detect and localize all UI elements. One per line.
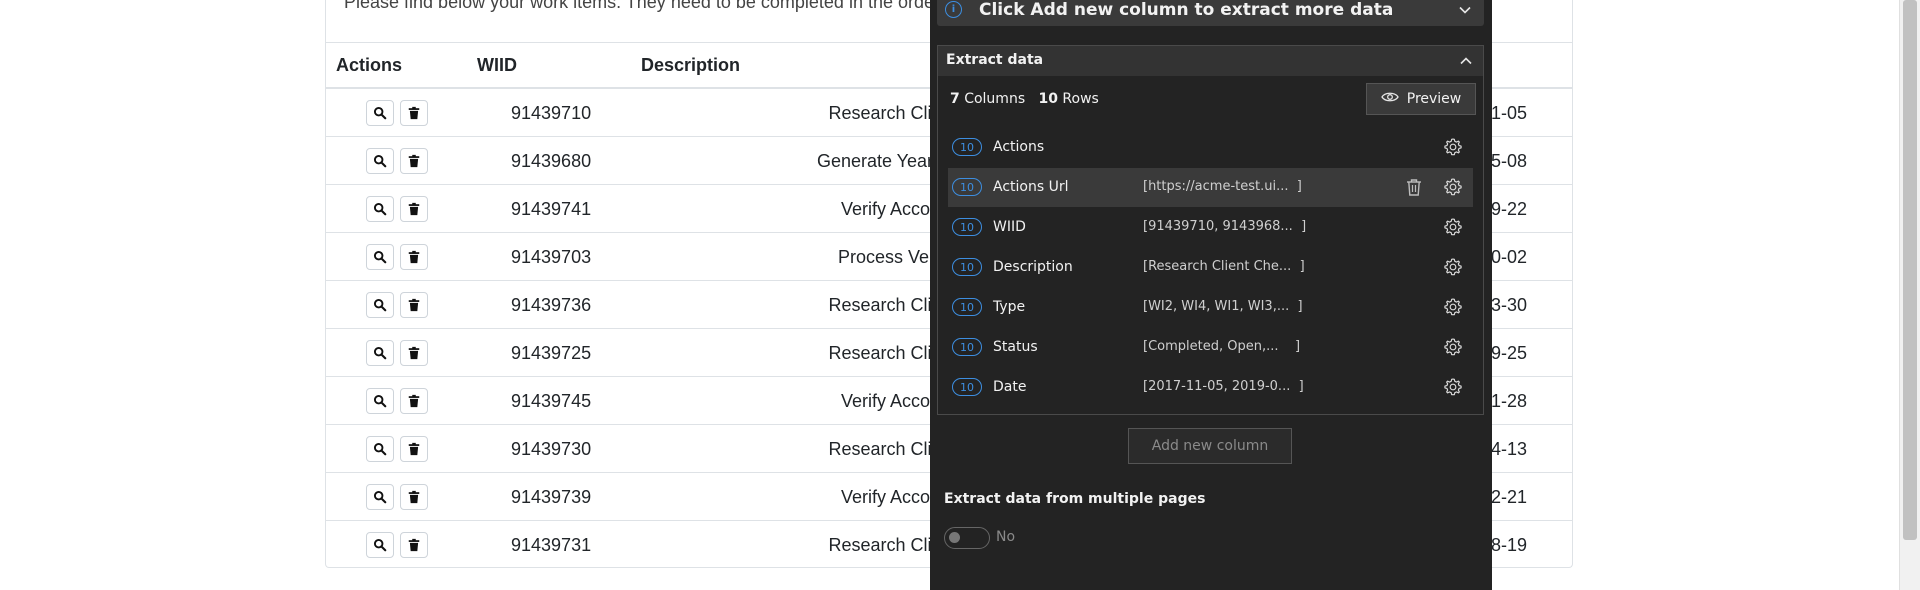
delete-column-icon[interactable]: [1404, 177, 1424, 197]
preview-label: Preview: [1406, 91, 1462, 107]
add-new-column-button[interactable]: Add new column: [1128, 428, 1292, 464]
gear-icon[interactable]: [1443, 377, 1463, 397]
cell-date: 8-19: [1491, 535, 1528, 555]
column-preview: [91439710, 9143968... ]: [1143, 219, 1307, 234]
chevron-up-icon[interactable]: [1459, 53, 1473, 72]
extract-column-row[interactable]: 10 Actions Url [https://acme-test.ui... ]: [948, 168, 1473, 207]
extract-column-row[interactable]: 10 Actions: [948, 128, 1473, 167]
cell-date: 0-02: [1491, 247, 1528, 267]
cell-date: 9-25: [1491, 343, 1528, 363]
gear-icon[interactable]: [1443, 177, 1463, 197]
column-count-badge: 10: [952, 258, 982, 276]
column-name: Actions: [993, 139, 1045, 155]
info-banner[interactable]: i Click Add new column to extract more d…: [937, 0, 1484, 26]
cell-date: 9-22: [1491, 199, 1528, 219]
rows-count: 10: [1038, 91, 1058, 107]
extract-column-row[interactable]: 10 Status [Completed, Open,... ]: [948, 328, 1473, 367]
search-icon[interactable]: [366, 436, 394, 462]
toggle-knob: [949, 532, 960, 543]
search-icon[interactable]: [366, 196, 394, 222]
column-name: Description: [993, 259, 1073, 275]
trash-icon[interactable]: [400, 388, 428, 414]
trash-icon[interactable]: [400, 244, 428, 270]
trash-icon[interactable]: [400, 148, 428, 174]
column-count-badge: 10: [952, 178, 982, 196]
column-preview: [WI2, WI4, WI1, WI3,... ]: [1143, 299, 1303, 314]
column-name: WIID: [993, 219, 1026, 235]
gear-icon[interactable]: [1443, 217, 1463, 237]
search-icon[interactable]: [366, 484, 394, 510]
columns-count: 7: [950, 91, 960, 107]
gear-icon[interactable]: [1443, 137, 1463, 157]
column-preview: [https://acme-test.ui... ]: [1143, 179, 1302, 194]
cell-date: 1-05: [1491, 103, 1528, 123]
search-icon[interactable]: [366, 340, 394, 366]
search-icon[interactable]: [366, 244, 394, 270]
search-icon[interactable]: [366, 292, 394, 318]
column-count-badge: 10: [952, 138, 982, 156]
extract-data-header[interactable]: Extract data: [938, 46, 1483, 76]
search-icon[interactable]: [366, 100, 394, 126]
extraction-counts: 7 Columns 10 Rows: [950, 91, 1099, 107]
column-count-badge: 10: [952, 218, 982, 236]
section-title: Extract data: [946, 52, 1044, 68]
extraction-panel: i Click Add new column to extract more d…: [930, 0, 1492, 590]
header-description: Description: [641, 55, 741, 75]
multi-page-label: Extract data from multiple pages: [944, 491, 1206, 507]
scrollbar-thumb[interactable]: [1903, 0, 1917, 540]
trash-icon[interactable]: [400, 292, 428, 318]
columns-label: Columns: [964, 91, 1026, 107]
column-count-badge: 10: [952, 378, 982, 396]
cell-date: 4-13: [1491, 439, 1528, 459]
trash-icon[interactable]: [400, 436, 428, 462]
column-name: Date: [993, 379, 1027, 395]
extract-data-section: Extract data 7 Columns 10 Rows Preview 1…: [937, 45, 1484, 415]
column-preview: [Completed, Open,... ]: [1143, 339, 1301, 354]
gear-icon[interactable]: [1443, 297, 1463, 317]
cell-date: 1-28: [1491, 391, 1528, 411]
eye-icon: [1380, 91, 1399, 107]
search-icon[interactable]: [366, 148, 394, 174]
trash-icon[interactable]: [400, 196, 428, 222]
multi-page-toggle[interactable]: [944, 527, 990, 549]
column-name: Actions Url: [993, 179, 1069, 195]
preview-button[interactable]: Preview: [1366, 83, 1476, 115]
column-preview: [2017-11-05, 2019-0... ]: [1143, 379, 1304, 394]
trash-icon[interactable]: [400, 100, 428, 126]
chevron-down-icon[interactable]: [1458, 2, 1472, 21]
trash-icon[interactable]: [400, 532, 428, 558]
trash-icon[interactable]: [400, 340, 428, 366]
column-preview: [Research Client Che... ]: [1143, 259, 1305, 274]
page-scrollbar[interactable]: [1899, 0, 1920, 590]
search-icon[interactable]: [366, 532, 394, 558]
extract-column-row[interactable]: 10 Description [Research Client Che... ]: [948, 248, 1473, 287]
info-banner-text: Click Add new column to extract more dat…: [979, 0, 1394, 20]
column-count-badge: 10: [952, 298, 982, 316]
search-icon[interactable]: [366, 388, 394, 414]
cell-date: 3-30: [1491, 295, 1528, 315]
gear-icon[interactable]: [1443, 337, 1463, 357]
toggle-state-label: No: [996, 529, 1016, 545]
column-name: Type: [993, 299, 1026, 315]
extract-column-row[interactable]: 10 WIID [91439710, 9143968... ]: [948, 208, 1473, 247]
gear-icon[interactable]: [1443, 257, 1463, 277]
header-wiid: WIID: [477, 55, 517, 75]
column-count-badge: 10: [952, 338, 982, 356]
rows-label: Rows: [1062, 91, 1099, 107]
header-actions: Actions: [336, 55, 403, 75]
extract-column-row[interactable]: 10 Date [2017-11-05, 2019-0... ]: [948, 368, 1473, 407]
extract-column-row[interactable]: 10 Type [WI2, WI4, WI1, WI3,... ]: [948, 288, 1473, 327]
info-icon: i: [945, 1, 962, 18]
column-name: Status: [993, 339, 1038, 355]
trash-icon[interactable]: [400, 484, 428, 510]
cell-date: 2-21: [1491, 487, 1528, 507]
cell-date: 5-08: [1491, 151, 1528, 171]
